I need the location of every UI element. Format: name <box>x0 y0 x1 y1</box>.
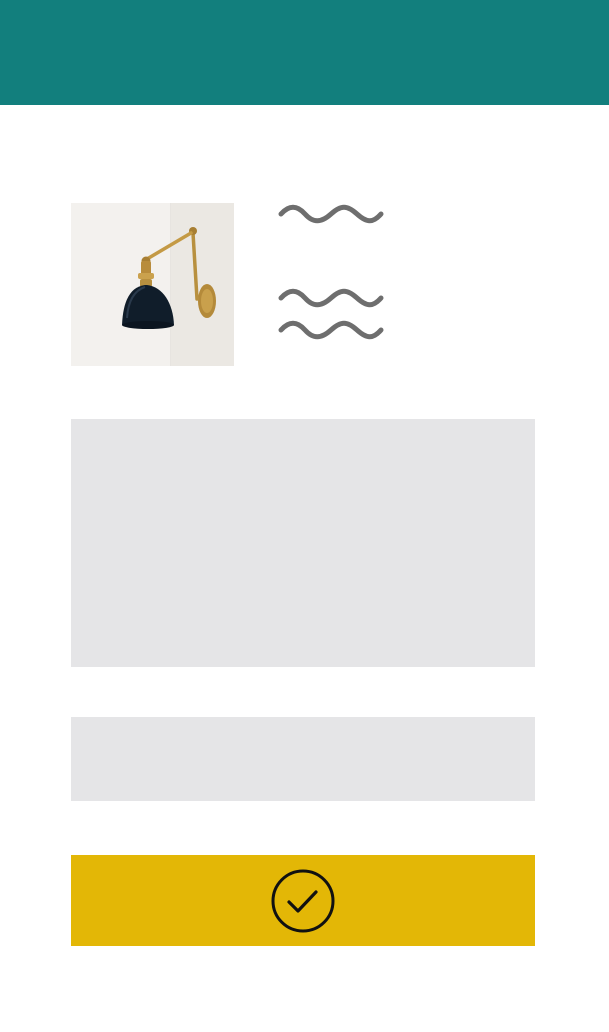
product-image <box>71 203 234 366</box>
description-placeholder-squiggle-2 <box>278 320 384 340</box>
comment-textarea[interactable] <box>71 419 535 667</box>
description-placeholder-squiggle-1 <box>278 288 384 308</box>
title-placeholder-squiggle <box>278 204 384 224</box>
check-circle-icon <box>271 869 335 932</box>
confirm-button[interactable] <box>71 855 535 946</box>
text-input-field[interactable] <box>71 717 535 801</box>
header-bar <box>0 0 609 105</box>
wall-lamp-image <box>71 203 234 366</box>
